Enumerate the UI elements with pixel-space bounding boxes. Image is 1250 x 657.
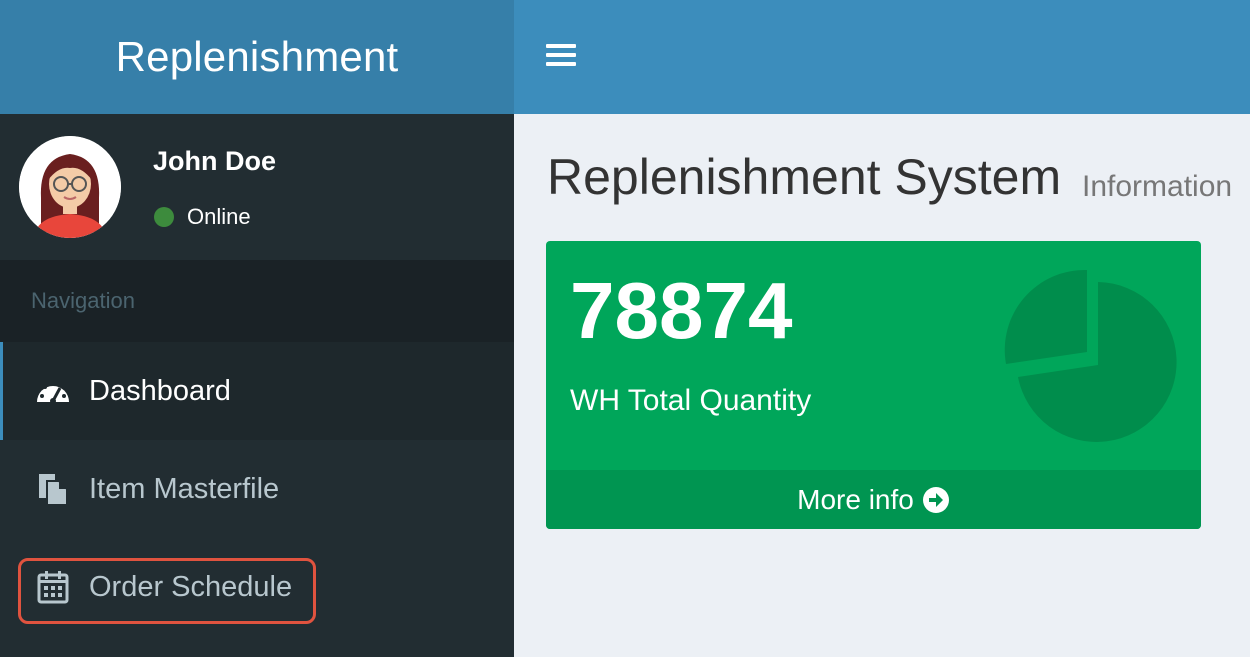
- page-subtitle: Information: [1082, 170, 1233, 203]
- calendar-icon: [35, 569, 71, 605]
- files-icon: [35, 471, 71, 507]
- user-panel: John Doe Online: [0, 114, 514, 260]
- more-info-label: More info: [797, 483, 914, 515]
- stat-value: 78874: [570, 266, 793, 355]
- app-title: Replenishment: [115, 33, 399, 80]
- sidebar-item-label: Order Schedule: [89, 570, 293, 603]
- user-name: John Doe: [153, 146, 277, 176]
- sidebar-item-dashboard[interactable]: Dashboard: [0, 342, 514, 440]
- arrow-circle-right-icon: [922, 486, 950, 514]
- more-info-link[interactable]: More info: [546, 470, 1201, 529]
- app-logo[interactable]: Replenishment: [0, 0, 514, 114]
- status-dot-icon: [154, 207, 174, 227]
- user-avatar-icon: [19, 136, 121, 238]
- sidebar-item-item-masterfile[interactable]: Item Masterfile: [0, 440, 514, 538]
- nav-header: Navigation: [0, 260, 514, 342]
- top-navbar: [514, 0, 1250, 114]
- user-status: Online: [154, 204, 251, 230]
- page-title: Replenishment System: [547, 149, 1062, 205]
- stat-box: 78874 WH Total Quantity More info: [546, 241, 1201, 529]
- hamburger-icon[interactable]: [546, 44, 576, 68]
- sidebar-item-label: Item Masterfile: [89, 472, 280, 505]
- sidebar-item-order-schedule[interactable]: Order Schedule: [0, 538, 514, 636]
- status-text: Online: [187, 204, 251, 229]
- pie-chart-icon: [1001, 267, 1181, 447]
- stat-label: WH Total Quantity: [570, 384, 812, 417]
- sidebar-item-label: Dashboard: [89, 374, 231, 407]
- sidebar: John Doe Online Navigation Dashboard Ite…: [0, 114, 514, 657]
- dashboard-icon: [35, 373, 71, 409]
